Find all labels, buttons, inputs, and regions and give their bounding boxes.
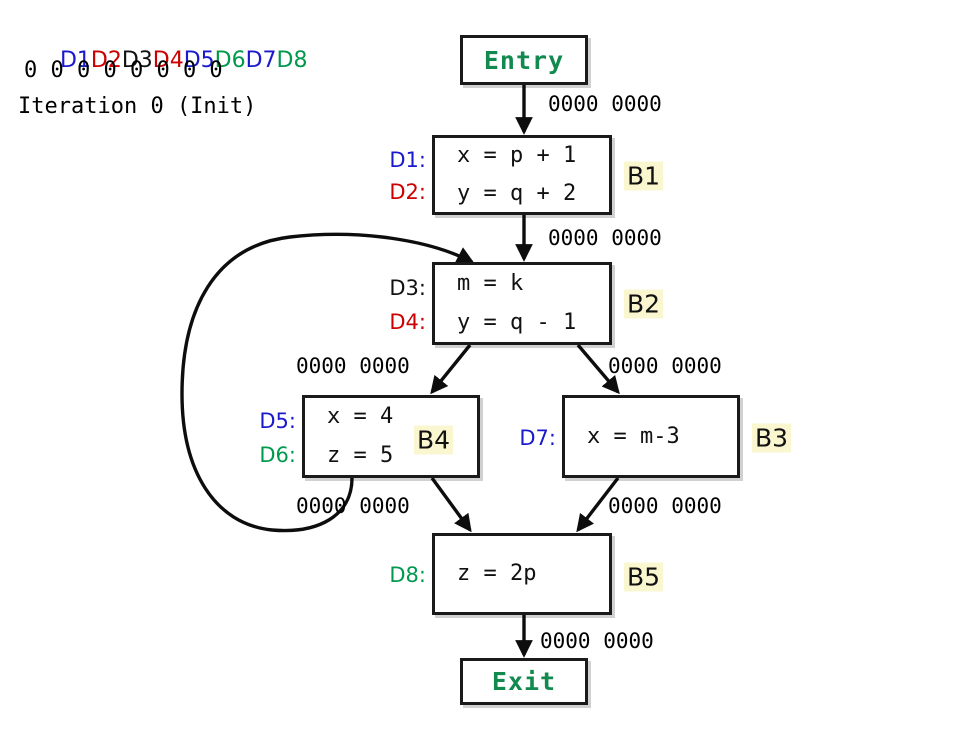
edge-b4-b2-backedge — [180, 232, 475, 533]
def-label-d5: D5: — [259, 409, 296, 433]
node-entry-label: Entry — [483, 45, 565, 75]
edge-label-b3-b5: 0000 0000 — [608, 494, 722, 518]
edge-b4-b5 — [430, 476, 472, 533]
block-name-b1: B1 — [624, 161, 664, 191]
block-name-b3: B3 — [752, 423, 792, 453]
block-name-b4: B4 — [414, 425, 454, 455]
node-b1-stmt-2: y = q + 2 — [457, 181, 577, 206]
node-b3-stmt-1: x = m-3 — [587, 423, 680, 449]
def-label-d3: D3: — [389, 276, 426, 300]
block-name-b2: B2 — [624, 289, 664, 319]
block-name-b5: B5 — [624, 562, 664, 592]
legend-caption: Iteration 0 (Init) — [18, 94, 257, 119]
edge-label-b1-b2: 0000 0000 — [548, 226, 662, 250]
node-exit[interactable]: Exit — [460, 658, 588, 705]
node-b5-statements: z = 2p — [435, 536, 609, 612]
node-b1-stmt-1: x = p + 1 — [457, 142, 577, 168]
node-b2-statements: m = k y = q - 1 — [435, 265, 609, 342]
node-b4[interactable]: x = 4 z = 5 — [302, 395, 480, 478]
def-label-d1: D1: — [389, 148, 426, 172]
node-exit-label: Exit — [491, 667, 557, 696]
node-b2[interactable]: m = k y = q - 1 — [432, 262, 612, 345]
legend: D1D2D3D4D5D6D7D8 0 0 0 0 0 0 0 0 Iterati… — [18, 28, 307, 118]
node-b5[interactable]: z = 2p — [432, 533, 612, 615]
def-label-d2: D2: — [389, 180, 426, 204]
def-label-d7: D7: — [519, 426, 556, 450]
def-label-d4: D4: — [389, 310, 426, 334]
node-b3-statements: x = m-3 — [565, 398, 737, 475]
def-label-d6: D6: — [259, 443, 296, 467]
legend-def-labels: D1D2D3D4D5D6D7D8 — [18, 28, 308, 72]
edge-label-b4-b5: 0000 0000 — [296, 494, 410, 518]
legend-def-d7: D7 — [245, 48, 277, 73]
edge-label-entry-b1: 0000 0000 — [548, 92, 662, 116]
node-b1[interactable]: x = p + 1 y = q + 2 — [432, 135, 612, 215]
edge-label-b2-b3: 0000 0000 — [608, 354, 722, 378]
node-b1-statements: x = p + 1 y = q + 2 — [435, 138, 609, 212]
node-entry[interactable]: Entry — [460, 35, 588, 85]
edge-label-b2-b4: 0000 0000 — [296, 354, 410, 378]
node-b3[interactable]: x = m-3 — [562, 395, 740, 478]
node-b2-stmt-1: m = k — [457, 271, 524, 296]
dataflow-cfg-diagram: D1D2D3D4D5D6D7D8 0 0 0 0 0 0 0 0 Iterati… — [0, 0, 967, 730]
node-b5-stmt-1: z = 2p — [457, 561, 537, 586]
def-label-d8: D8: — [389, 563, 426, 587]
edge-label-b5-exit: 0000 0000 — [540, 629, 654, 653]
legend-def-d8: D8 — [276, 48, 308, 73]
edge-b2-b4 — [430, 343, 472, 395]
node-b2-stmt-2: y = q - 1 — [457, 309, 577, 335]
